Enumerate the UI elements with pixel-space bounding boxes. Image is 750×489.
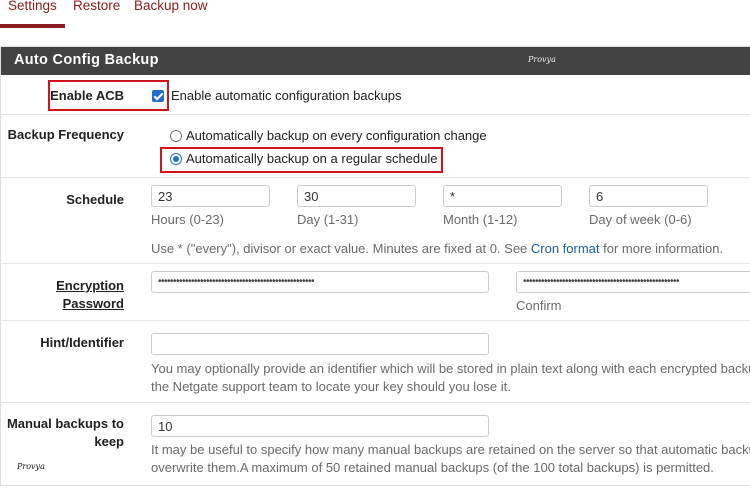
confirm-caption: Confirm	[516, 298, 562, 313]
hint-help-line1: You may optionally provide an identifier…	[151, 361, 750, 376]
hint-identifier-label: Hint/Identifier	[40, 335, 124, 350]
hint-identifier-row: Hint/Identifier You may optionally provi…	[0, 320, 750, 402]
encryption-label-line1: Encryption	[56, 278, 124, 293]
encryption-confirm-input[interactable]: ••••••••••••••••••••••••••••••••••••••••…	[516, 271, 750, 293]
enable-acb-checkbox[interactable]	[152, 90, 164, 102]
schedule-help-suffix: for more information.	[599, 241, 724, 256]
schedule-help-prefix: Use * ("every"), divisor or exact value.…	[151, 241, 531, 256]
hint-identifier-input[interactable]	[151, 333, 489, 355]
schedule-row: Schedule Hours (0-23) Day (1-31) Month (…	[0, 177, 750, 263]
encryption-password-label: Encryption Password	[56, 277, 124, 313]
backup-frequency-row: Backup Frequency Automatically backup on…	[0, 114, 750, 177]
schedule-month-input[interactable]	[443, 185, 562, 207]
enable-acb-label: Enable ACB	[50, 88, 124, 103]
active-tab-indicator	[0, 24, 65, 28]
panel-header: Auto Config Backup	[1, 47, 750, 75]
enable-acb-row: Enable ACB Enable automatic configuratio…	[0, 74, 750, 114]
backup-frequency-label: Backup Frequency	[7, 127, 124, 142]
schedule-dow-caption: Day of week (0-6)	[589, 212, 692, 227]
manual-backups-label: Manual backups to keep	[7, 415, 124, 451]
provya-logo: Provya	[528, 55, 556, 64]
manual-backups-label-line2: keep	[94, 434, 124, 449]
hint-help-line2: the Netgate support team to locate your …	[151, 379, 511, 394]
encryption-password-row: Encryption Password ••••••••••••••••••••…	[0, 263, 750, 320]
manual-backups-help-line2: overwrite them.A maximum of 50 retained …	[151, 460, 714, 475]
tab-restore[interactable]: Restore	[73, 0, 120, 15]
schedule-hours-caption: Hours (0-23)	[151, 212, 224, 227]
schedule-day-caption: Day (1-31)	[297, 212, 359, 227]
tab-backup-now[interactable]: Backup now	[134, 0, 208, 15]
enable-acb-checkbox-label[interactable]: Enable automatic configuration backups	[171, 87, 402, 105]
schedule-help-text: Use * ("every"), divisor or exact value.…	[151, 240, 723, 258]
manual-backups-row: Manual backups to keep It may be useful …	[0, 402, 750, 486]
tab-bar: Settings Restore Backup now	[0, 0, 750, 30]
encryption-label-line2: Password	[62, 296, 124, 311]
manual-backups-label-line1: Manual backups to	[6, 416, 124, 431]
radio-regular-schedule[interactable]	[170, 153, 182, 165]
radio-every-change-label[interactable]: Automatically backup on every configurat…	[186, 127, 487, 145]
schedule-dow-input[interactable]	[589, 185, 708, 207]
schedule-day-input[interactable]	[297, 185, 416, 207]
provya-logo-footer: Provya	[17, 462, 45, 471]
radio-regular-schedule-label[interactable]: Automatically backup on a regular schedu…	[186, 150, 437, 168]
manual-backups-help-line1: It may be useful to specify how many man…	[151, 442, 750, 457]
schedule-label: Schedule	[66, 192, 124, 207]
panel-title: Auto Config Backup	[14, 52, 159, 68]
schedule-month-caption: Month (1-12)	[443, 212, 518, 227]
encryption-password-input[interactable]: ••••••••••••••••••••••••••••••••••••••••…	[151, 271, 489, 293]
schedule-hours-input[interactable]	[151, 185, 270, 207]
manual-backups-input[interactable]	[151, 415, 489, 437]
tab-settings[interactable]: Settings	[8, 0, 57, 15]
radio-every-change[interactable]	[170, 130, 182, 142]
cron-format-link[interactable]: Cron format	[531, 241, 600, 256]
